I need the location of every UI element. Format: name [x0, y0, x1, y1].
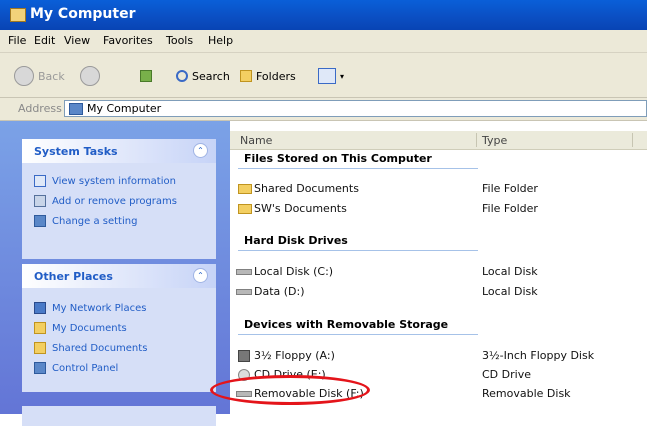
list-item[interactable]: Data (D:) Local Disk: [236, 284, 636, 300]
place-shared-documents[interactable]: Shared Documents: [34, 342, 147, 354]
task-view-system-info[interactable]: View system information: [34, 175, 176, 187]
folder-icon: [34, 342, 46, 354]
task-add-remove-programs[interactable]: Add or remove programs: [34, 195, 177, 207]
column-header: Name Type: [230, 131, 647, 150]
folder-icon: [34, 322, 46, 334]
control-panel-icon: [34, 362, 46, 374]
group-header: Files Stored on This Computer: [244, 152, 432, 165]
floppy-icon: [238, 350, 250, 362]
chevron-down-icon: ▾: [340, 71, 345, 81]
group-divider: [238, 334, 478, 335]
toolbar: Back Search Folders ▾: [0, 53, 647, 98]
menu-edit[interactable]: Edit: [34, 34, 55, 47]
views-button[interactable]: ▾: [318, 64, 344, 88]
forward-icon: [80, 66, 100, 86]
list-item[interactable]: 3½ Floppy (A:) 3½-Inch Floppy Disk: [236, 348, 636, 364]
control-panel-icon: [34, 215, 46, 227]
drive-icon: [236, 289, 252, 295]
network-icon: [34, 302, 46, 314]
folder-icon: [238, 184, 252, 194]
list-item[interactable]: SW's Documents File Folder: [236, 201, 636, 217]
group-header: Devices with Removable Storage: [244, 318, 449, 331]
back-icon: [14, 66, 34, 86]
list-item[interactable]: Local Disk (C:) Local Disk: [236, 264, 636, 280]
file-list: Name Type Files Stored on This Computer …: [230, 121, 647, 414]
highlight-ring: [210, 375, 370, 405]
column-divider[interactable]: [632, 133, 633, 147]
system-tasks-header[interactable]: System Tasks ⌃: [22, 139, 216, 163]
menu-help[interactable]: Help: [208, 34, 233, 47]
task-change-setting[interactable]: Change a setting: [34, 215, 137, 227]
place-my-documents[interactable]: My Documents: [34, 322, 127, 334]
place-my-network[interactable]: My Network Places: [34, 302, 146, 314]
search-button[interactable]: Search: [176, 64, 230, 88]
menu-bar: File Edit View Favorites Tools Help: [0, 30, 647, 53]
column-name[interactable]: Name: [240, 134, 272, 147]
address-label: Address: [18, 102, 62, 115]
menu-favorites[interactable]: Favorites: [103, 34, 153, 47]
task-pane: System Tasks ⌃ View system information A…: [0, 121, 230, 426]
my-computer-icon: [10, 8, 26, 22]
back-button[interactable]: Back: [14, 64, 65, 88]
info-icon: [34, 175, 46, 187]
group-divider: [238, 168, 478, 169]
menu-view[interactable]: View: [64, 34, 90, 47]
search-icon: [176, 70, 188, 82]
list-item[interactable]: Shared Documents File Folder: [236, 181, 636, 197]
folder-icon: [238, 204, 252, 214]
my-computer-icon: [69, 103, 83, 115]
group-divider: [238, 250, 478, 251]
title-bar: My Computer: [0, 0, 647, 30]
views-icon: [318, 68, 336, 84]
up-folder-button[interactable]: [140, 64, 152, 88]
up-arrow-icon: [140, 70, 152, 82]
forward-button[interactable]: [80, 64, 100, 88]
column-type[interactable]: Type: [482, 134, 507, 147]
system-tasks-panel: System Tasks ⌃ View system information A…: [22, 139, 216, 259]
address-input[interactable]: My Computer: [64, 100, 647, 117]
group-header: Hard Disk Drives: [244, 234, 348, 247]
other-places-panel: Other Places ⌃ My Network Places My Docu…: [22, 264, 216, 392]
column-divider[interactable]: [476, 133, 477, 147]
folders-button[interactable]: Folders: [240, 64, 296, 88]
other-places-header[interactable]: Other Places ⌃: [22, 264, 216, 288]
address-value: My Computer: [87, 102, 162, 115]
folders-icon: [240, 70, 252, 82]
drive-icon: [236, 269, 252, 275]
collapse-icon[interactable]: ⌃: [193, 143, 208, 158]
menu-file[interactable]: File: [8, 34, 26, 47]
window-title: My Computer: [30, 6, 136, 22]
place-control-panel[interactable]: Control Panel: [34, 362, 118, 374]
menu-tools[interactable]: Tools: [166, 34, 193, 47]
details-panel: [22, 406, 216, 426]
address-bar: Address My Computer: [0, 98, 647, 121]
programs-icon: [34, 195, 46, 207]
collapse-icon[interactable]: ⌃: [193, 268, 208, 283]
